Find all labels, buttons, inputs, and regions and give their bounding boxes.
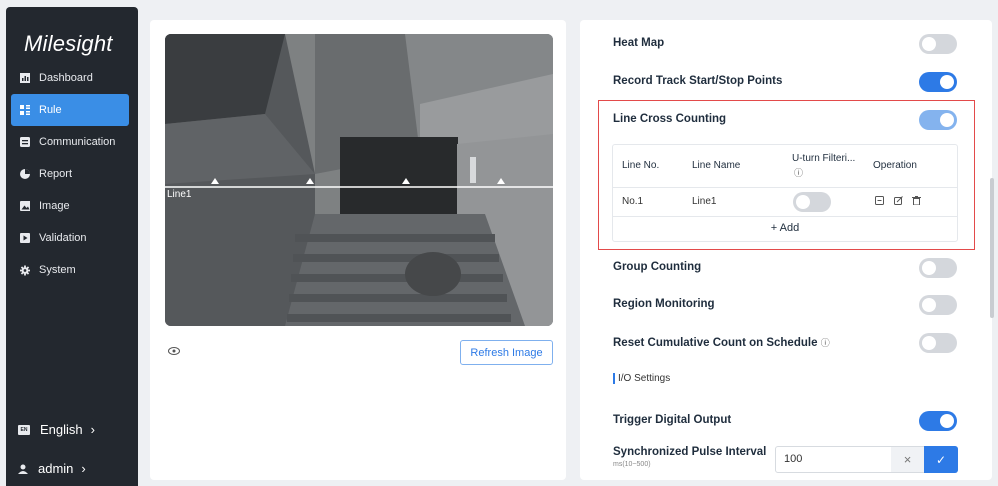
language-icon: EN [18, 424, 30, 435]
column-header-uturn: U-turn Filteri... [792, 153, 856, 164]
sidebar-item-report[interactable]: Report [11, 158, 129, 190]
io-settings-heading: I/O Settings [618, 373, 671, 384]
section-accent-bar [613, 373, 615, 384]
region-monitoring-label: Region Monitoring [613, 298, 715, 310]
sidebar-item-label: Image [39, 200, 70, 212]
table-cell-line-no: No.1 [622, 196, 644, 207]
sidebar-item-communication[interactable]: Communication [11, 126, 129, 158]
refresh-image-button[interactable]: Refresh Image [460, 340, 553, 365]
language-label: English [40, 422, 83, 437]
record-track-label: Record Track Start/Stop Points [613, 75, 783, 87]
group-counting-label: Group Counting [613, 261, 702, 273]
sidebar-item-label: Communication [39, 136, 116, 148]
group-counting-toggle[interactable] [919, 258, 957, 278]
language-selector[interactable]: EN English › [18, 422, 95, 437]
table-cell-line-name: Line1 [692, 196, 717, 207]
info-icon: ⓘ [820, 338, 830, 348]
scrollbar[interactable] [990, 178, 994, 318]
add-line-button[interactable]: + Add [613, 222, 957, 234]
heat-map-label: Heat Map [613, 37, 665, 49]
sidebar-item-system[interactable]: System [11, 254, 129, 286]
reset-cumulative-toggle[interactable] [919, 333, 957, 353]
sidebar-item-dashboard[interactable]: Dashboard [11, 62, 129, 94]
confirm-button[interactable]: ✓ [924, 446, 958, 473]
eye-icon[interactable] [168, 347, 180, 355]
close-icon: × [903, 452, 912, 467]
brand-logo: Milesight [24, 31, 113, 56]
user-label: admin [38, 461, 74, 476]
camera-scene-image [165, 34, 553, 326]
record-track-toggle[interactable] [919, 72, 957, 92]
info-icon: ⓘ [794, 168, 804, 178]
column-header-line-name: Line Name [692, 160, 741, 171]
edit-icon[interactable] [894, 196, 903, 205]
sidebar-item-rule[interactable]: Rule [11, 94, 129, 126]
trash-icon[interactable] [912, 196, 921, 205]
check-icon: ✓ [935, 452, 947, 467]
line-cross-label: Line Cross Counting [613, 113, 727, 125]
sidebar-item-label: Rule [39, 104, 62, 116]
pie-chart-icon [20, 169, 30, 179]
user-icon [18, 464, 28, 474]
column-header-line-no: Line No. [622, 160, 660, 171]
sidebar-item-image[interactable]: Image [11, 190, 129, 222]
validation-icon [20, 233, 30, 243]
column-header-operation: Operation [873, 160, 917, 171]
table-divider [613, 216, 957, 217]
line-cross-toggle[interactable] [919, 110, 957, 130]
trigger-digital-label: Trigger Digital Output [613, 414, 732, 426]
table-divider [613, 187, 957, 188]
sidebar-item-validation[interactable]: Validation [11, 222, 129, 254]
sidebar-item-label: Report [39, 168, 73, 180]
uturn-filter-toggle[interactable] [793, 192, 831, 212]
rule-grid-icon [20, 105, 30, 115]
view-icon[interactable] [875, 196, 884, 205]
pulse-interval-range: ms(10~500) [613, 461, 651, 468]
sidebar-item-label: Validation [39, 232, 87, 244]
user-menu[interactable]: admin › [18, 461, 86, 476]
trigger-digital-toggle[interactable] [919, 411, 957, 431]
reset-cumulative-label: Reset Cumulative Count on Schedule ⓘ [613, 337, 830, 349]
chevron-right-icon: › [81, 461, 86, 476]
camera-preview[interactable]: Line1 [165, 34, 553, 326]
pulse-interval-label: Synchronized Pulse Interval [613, 446, 767, 458]
bar-chart-icon [20, 73, 30, 83]
sidebar-nav: Dashboard Rule Communication Report Imag… [11, 62, 129, 286]
sidebar-item-label: System [39, 264, 76, 276]
heat-map-toggle[interactable] [919, 34, 957, 54]
sidebar-item-label: Dashboard [39, 72, 93, 84]
communication-icon [20, 137, 30, 147]
gear-icon [20, 265, 30, 275]
chevron-right-icon: › [90, 422, 95, 437]
clear-button[interactable]: × [891, 447, 924, 472]
region-monitoring-toggle[interactable] [919, 295, 957, 315]
image-icon [20, 201, 30, 211]
pulse-interval-value: 100 [784, 453, 803, 465]
line-overlay-label: Line1 [167, 189, 192, 200]
